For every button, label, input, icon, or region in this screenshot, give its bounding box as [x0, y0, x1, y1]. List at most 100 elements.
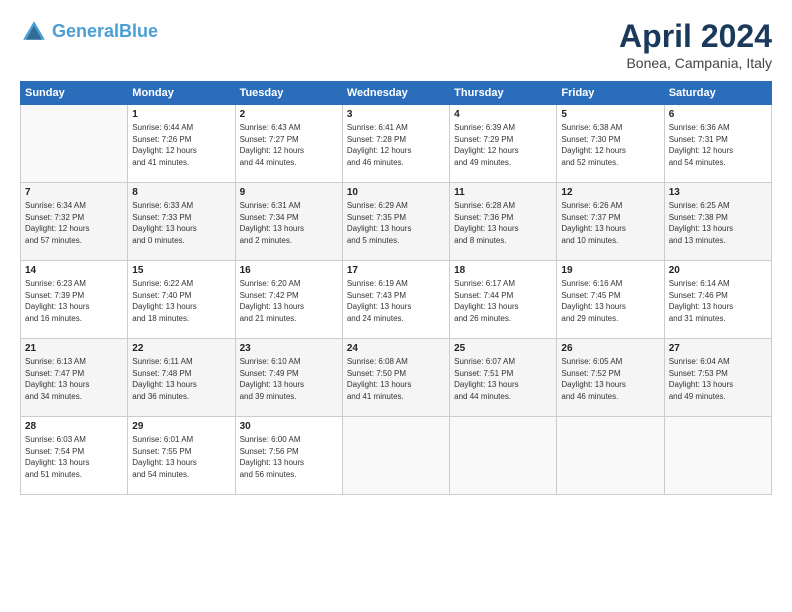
calendar-cell: 13Sunrise: 6:25 AM Sunset: 7:38 PM Dayli…	[664, 183, 771, 261]
week-row-3: 14 Sunrise: 6:23 AM Sunset: 7:39 PM Dayli…	[21, 261, 772, 339]
cell-detail: Sunrise: 6:34 AM Sunset: 7:32 PM Dayligh…	[25, 200, 123, 246]
day-number: 2	[240, 109, 338, 120]
day-number: 24	[347, 343, 445, 354]
col-header-sunday: Sunday	[21, 82, 128, 105]
calendar-cell: 27 Sunrise: 6:04 AM Sunset: 7:53 PM Dayli…	[664, 339, 771, 417]
day-number: 28	[25, 421, 123, 432]
day-number: 5	[561, 109, 659, 120]
calendar-cell: 10Sunrise: 6:29 AM Sunset: 7:35 PM Dayli…	[342, 183, 449, 261]
day-number: 26	[561, 343, 659, 354]
day-number: 17	[347, 265, 445, 276]
calendar-cell: 4 Sunrise: 6:39 AM Sunset: 7:29 PM Daylig…	[450, 105, 557, 183]
calendar-cell: 15 Sunrise: 6:22 AM Sunset: 7:40 PM Dayli…	[128, 261, 235, 339]
calendar-cell: 21 Sunrise: 6:13 AM Sunset: 7:47 PM Dayli…	[21, 339, 128, 417]
subtitle: Bonea, Campania, Italy	[619, 55, 772, 71]
day-number: 15	[132, 265, 230, 276]
day-number: 7	[25, 187, 123, 198]
calendar-cell: 9Sunrise: 6:31 AM Sunset: 7:34 PM Daylig…	[235, 183, 342, 261]
cell-detail: Sunrise: 6:23 AM Sunset: 7:39 PM Dayligh…	[25, 278, 123, 324]
col-header-wednesday: Wednesday	[342, 82, 449, 105]
day-number: 13	[669, 187, 767, 198]
cell-detail: Sunrise: 6:41 AM Sunset: 7:28 PM Dayligh…	[347, 122, 445, 168]
cell-detail: Sunrise: 6:01 AM Sunset: 7:55 PM Dayligh…	[132, 434, 230, 480]
week-row-2: 7 Sunrise: 6:34 AM Sunset: 7:32 PM Daylig…	[21, 183, 772, 261]
calendar-cell: 18Sunrise: 6:17 AM Sunset: 7:44 PM Dayli…	[450, 261, 557, 339]
day-number: 19	[561, 265, 659, 276]
calendar-cell: 12 Sunrise: 6:26 AM Sunset: 7:37 PM Dayli…	[557, 183, 664, 261]
cell-detail: Sunrise: 6:05 AM Sunset: 7:52 PM Dayligh…	[561, 356, 659, 402]
col-header-saturday: Saturday	[664, 82, 771, 105]
week-row-1: 1 Sunrise: 6:44 AM Sunset: 7:26 PM Daylig…	[21, 105, 772, 183]
day-number: 14	[25, 265, 123, 276]
calendar-cell: 30 Sunrise: 6:00 AM Sunset: 7:56 PM Dayli…	[235, 417, 342, 495]
day-number: 1	[132, 109, 230, 120]
calendar-cell: 3 Sunrise: 6:41 AM Sunset: 7:28 PM Daylig…	[342, 105, 449, 183]
header: GeneralBlue April 2024 Bonea, Campania, …	[20, 18, 772, 71]
calendar-cell	[664, 417, 771, 495]
calendar-cell: 28 Sunrise: 6:03 AM Sunset: 7:54 PM Dayli…	[21, 417, 128, 495]
logo-icon	[20, 18, 48, 46]
cell-detail: Sunrise: 6:14 AM Sunset: 7:46 PM Dayligh…	[669, 278, 767, 324]
cell-detail: Sunrise: 6:33 AM Sunset: 7:33 PM Dayligh…	[132, 200, 230, 246]
cell-detail: Sunrise: 6:08 AM Sunset: 7:50 PM Dayligh…	[347, 356, 445, 402]
calendar-cell: 23 Sunrise: 6:10 AM Sunset: 7:49 PM Dayli…	[235, 339, 342, 417]
day-number: 30	[240, 421, 338, 432]
cell-detail: Sunrise: 6:04 AM Sunset: 7:53 PM Dayligh…	[669, 356, 767, 402]
calendar-cell	[21, 105, 128, 183]
cell-detail: Sunrise: 6:31 AM Sunset: 7:34 PM Dayligh…	[240, 200, 338, 246]
calendar-cell: 25Sunrise: 6:07 AM Sunset: 7:51 PM Dayli…	[450, 339, 557, 417]
col-header-thursday: Thursday	[450, 82, 557, 105]
day-number: 16	[240, 265, 338, 276]
day-number: 29	[132, 421, 230, 432]
week-row-4: 21 Sunrise: 6:13 AM Sunset: 7:47 PM Dayli…	[21, 339, 772, 417]
calendar-cell: 1 Sunrise: 6:44 AM Sunset: 7:26 PM Daylig…	[128, 105, 235, 183]
cell-detail: Sunrise: 6:20 AM Sunset: 7:42 PM Dayligh…	[240, 278, 338, 324]
header-row: SundayMondayTuesdayWednesdayThursdayFrid…	[21, 82, 772, 105]
day-number: 4	[454, 109, 552, 120]
col-header-tuesday: Tuesday	[235, 82, 342, 105]
day-number: 25	[454, 343, 552, 354]
cell-detail: Sunrise: 6:39 AM Sunset: 7:29 PM Dayligh…	[454, 122, 552, 168]
cell-detail: Sunrise: 6:10 AM Sunset: 7:49 PM Dayligh…	[240, 356, 338, 402]
day-number: 20	[669, 265, 767, 276]
calendar-cell: 8Sunrise: 6:33 AM Sunset: 7:33 PM Daylig…	[128, 183, 235, 261]
main-title: April 2024	[619, 18, 772, 55]
cell-detail: Sunrise: 6:43 AM Sunset: 7:27 PM Dayligh…	[240, 122, 338, 168]
calendar-cell: 22 Sunrise: 6:11 AM Sunset: 7:48 PM Dayli…	[128, 339, 235, 417]
cell-detail: Sunrise: 6:22 AM Sunset: 7:40 PM Dayligh…	[132, 278, 230, 324]
day-number: 27	[669, 343, 767, 354]
day-number: 6	[669, 109, 767, 120]
calendar-cell: 24 Sunrise: 6:08 AM Sunset: 7:50 PM Dayli…	[342, 339, 449, 417]
logo-text: GeneralBlue	[52, 22, 158, 42]
cell-detail: Sunrise: 6:26 AM Sunset: 7:37 PM Dayligh…	[561, 200, 659, 246]
calendar-cell	[450, 417, 557, 495]
day-number: 21	[25, 343, 123, 354]
day-number: 23	[240, 343, 338, 354]
calendar-cell: 5 Sunrise: 6:38 AM Sunset: 7:30 PM Daylig…	[557, 105, 664, 183]
title-block: April 2024 Bonea, Campania, Italy	[619, 18, 772, 71]
cell-detail: Sunrise: 6:38 AM Sunset: 7:30 PM Dayligh…	[561, 122, 659, 168]
col-header-monday: Monday	[128, 82, 235, 105]
calendar-cell: 17Sunrise: 6:19 AM Sunset: 7:43 PM Dayli…	[342, 261, 449, 339]
calendar-cell: 19Sunrise: 6:16 AM Sunset: 7:45 PM Dayli…	[557, 261, 664, 339]
cell-detail: Sunrise: 6:44 AM Sunset: 7:26 PM Dayligh…	[132, 122, 230, 168]
calendar-cell	[342, 417, 449, 495]
cell-detail: Sunrise: 6:03 AM Sunset: 7:54 PM Dayligh…	[25, 434, 123, 480]
col-header-friday: Friday	[557, 82, 664, 105]
day-number: 22	[132, 343, 230, 354]
calendar-cell: 26 Sunrise: 6:05 AM Sunset: 7:52 PM Dayli…	[557, 339, 664, 417]
day-number: 3	[347, 109, 445, 120]
calendar-table: SundayMondayTuesdayWednesdayThursdayFrid…	[20, 81, 772, 495]
cell-detail: Sunrise: 6:36 AM Sunset: 7:31 PM Dayligh…	[669, 122, 767, 168]
cell-detail: Sunrise: 6:29 AM Sunset: 7:35 PM Dayligh…	[347, 200, 445, 246]
cell-detail: Sunrise: 6:11 AM Sunset: 7:48 PM Dayligh…	[132, 356, 230, 402]
calendar-cell	[557, 417, 664, 495]
calendar-cell: 14 Sunrise: 6:23 AM Sunset: 7:39 PM Dayli…	[21, 261, 128, 339]
logo: GeneralBlue	[20, 18, 158, 46]
cell-detail: Sunrise: 6:00 AM Sunset: 7:56 PM Dayligh…	[240, 434, 338, 480]
calendar-cell: 6 Sunrise: 6:36 AM Sunset: 7:31 PM Daylig…	[664, 105, 771, 183]
calendar-cell: 16 Sunrise: 6:20 AM Sunset: 7:42 PM Dayli…	[235, 261, 342, 339]
page: GeneralBlue April 2024 Bonea, Campania, …	[0, 0, 792, 612]
cell-detail: Sunrise: 6:13 AM Sunset: 7:47 PM Dayligh…	[25, 356, 123, 402]
day-number: 12	[561, 187, 659, 198]
